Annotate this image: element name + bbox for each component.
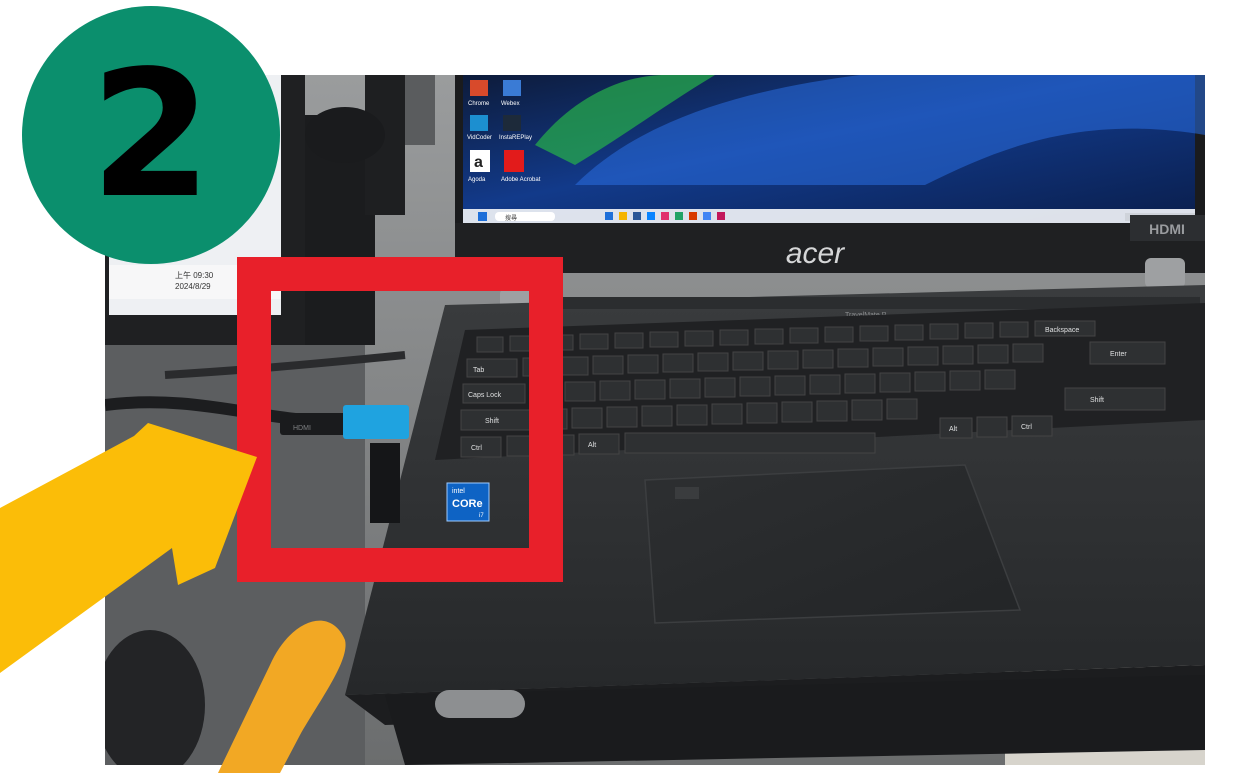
pointer-arrow [0,423,257,673]
scribble-mark [218,620,346,773]
annotation-overlay [0,423,346,773]
arrow-body [0,423,257,673]
